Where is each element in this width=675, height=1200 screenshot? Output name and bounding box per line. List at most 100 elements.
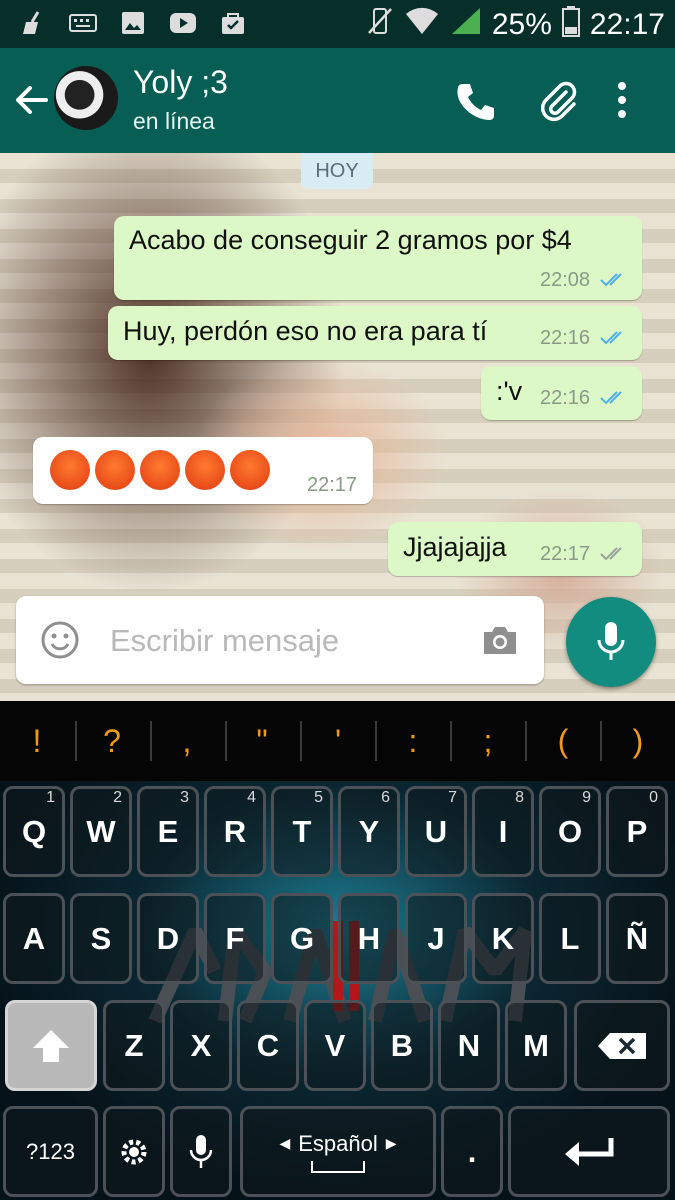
suggestion-colon[interactable]: : xyxy=(393,723,433,760)
message-bubble-incoming[interactable]: 22:17 xyxy=(33,437,373,504)
angry-emoji-row xyxy=(50,450,275,490)
symbols-key[interactable]: ?123 xyxy=(3,1106,98,1197)
angry-face-icon xyxy=(95,450,135,490)
key-d[interactable]: D xyxy=(137,893,199,984)
key-x[interactable]: X xyxy=(170,1000,232,1091)
spacebar[interactable]: ◀ Español ▶ xyxy=(240,1106,436,1197)
suggestion-comma[interactable]: , xyxy=(167,723,207,760)
system-status: 25% 22:17 xyxy=(366,5,665,45)
message-bubble[interactable]: Jjajajajja 22:17 xyxy=(388,522,642,576)
message-input[interactable] xyxy=(108,620,472,662)
suggestion-close-paren[interactable]: ) xyxy=(618,723,658,760)
key-y[interactable]: Y6 xyxy=(338,786,400,877)
settings-key[interactable] xyxy=(103,1106,165,1197)
contact-name[interactable]: Yoly ;3 xyxy=(133,64,228,101)
read-ticks-icon xyxy=(600,273,622,287)
shift-key[interactable] xyxy=(5,1000,97,1091)
key-i[interactable]: I8 xyxy=(472,786,534,877)
clock: 22:17 xyxy=(589,8,665,41)
key-e[interactable]: E3 xyxy=(137,786,199,877)
message-time: 22:17 xyxy=(307,474,358,496)
language-prev-icon: ◀ xyxy=(279,1135,291,1151)
key-g[interactable]: G xyxy=(271,893,333,984)
enter-key[interactable] xyxy=(508,1106,670,1197)
period-key[interactable]: . xyxy=(441,1106,503,1197)
divider xyxy=(600,721,602,761)
key-n[interactable]: N xyxy=(438,1000,500,1091)
message-time: 22:16 xyxy=(540,327,591,349)
vibrate-off-icon xyxy=(366,5,394,45)
emoji-icon[interactable] xyxy=(40,620,80,660)
key-v[interactable]: V xyxy=(304,1000,366,1091)
key-s[interactable]: S xyxy=(70,893,132,984)
message-bubble[interactable]: :'v 22:16 xyxy=(481,366,642,420)
attach-icon[interactable] xyxy=(536,78,580,122)
key-u[interactable]: U7 xyxy=(405,786,467,877)
key-f[interactable]: F xyxy=(204,893,266,984)
suggestion-semicolon[interactable]: ; xyxy=(468,723,508,760)
message-text: Huy, perdón eso no era para tí xyxy=(123,316,488,346)
key-w[interactable]: W2 xyxy=(70,786,132,877)
suggestion-double-quote[interactable]: " xyxy=(242,723,282,760)
message-time: 22:17 xyxy=(540,543,591,565)
suggestion-exclamation[interactable]: ! xyxy=(17,723,57,760)
signal-icon xyxy=(450,6,482,44)
key-j[interactable]: J xyxy=(405,893,467,984)
enter-arrow-icon xyxy=(565,1137,614,1166)
settings-gear-icon xyxy=(121,1139,147,1164)
key-r[interactable]: R4 xyxy=(204,786,266,877)
suggestion-question[interactable]: ? xyxy=(92,723,132,760)
key-p[interactable]: P0 xyxy=(606,786,668,877)
microphone-icon xyxy=(597,622,625,660)
divider xyxy=(75,721,77,761)
keyboard-icon xyxy=(68,8,98,38)
key-a[interactable]: A xyxy=(3,893,65,984)
suggestion-open-paren[interactable]: ( xyxy=(543,723,583,760)
divider xyxy=(450,721,452,761)
key-h[interactable]: H xyxy=(338,893,400,984)
keyboard: ! ? , " ' : ; ( ) Q1 W2 E3 R4 T5 Y6 U7 I… xyxy=(0,701,675,1200)
language-next-icon: ▶ xyxy=(385,1135,397,1151)
camera-icon[interactable] xyxy=(480,620,520,660)
phone-icon[interactable] xyxy=(452,78,496,122)
key-n-tilde[interactable]: Ñ xyxy=(606,893,668,984)
key-b[interactable]: B xyxy=(371,1000,433,1091)
suggestion-apostrophe[interactable]: ' xyxy=(318,723,358,760)
voice-message-button[interactable] xyxy=(566,597,656,687)
language-label: Español xyxy=(298,1130,378,1156)
avatar[interactable] xyxy=(54,66,118,130)
angry-face-icon xyxy=(140,450,180,490)
more-options-icon[interactable] xyxy=(612,78,632,122)
shift-arrow-icon xyxy=(33,1029,69,1062)
read-ticks-icon xyxy=(600,331,622,345)
delivered-ticks-icon xyxy=(600,547,622,561)
key-l[interactable]: L xyxy=(539,893,601,984)
key-c[interactable]: C xyxy=(237,1000,299,1091)
divider xyxy=(225,721,227,761)
notification-icons xyxy=(18,8,248,38)
message-text: Acabo de conseguir 2 gramos por $4 xyxy=(129,225,572,255)
message-composer xyxy=(16,596,544,684)
backspace-key[interactable] xyxy=(574,1000,670,1091)
key-z[interactable]: Z xyxy=(103,1000,165,1091)
key-m[interactable]: M xyxy=(505,1000,567,1091)
message-bubble[interactable]: Huy, perdón eso no era para tí 22:16 xyxy=(108,306,642,360)
back-arrow-icon[interactable] xyxy=(12,80,52,120)
message-time: 22:08 xyxy=(540,269,591,291)
broom-icon xyxy=(18,8,48,38)
battery-percent: 25% xyxy=(491,8,552,41)
key-q[interactable]: Q1 xyxy=(3,786,65,877)
divider xyxy=(525,721,527,761)
message-text: Jjajajajja xyxy=(403,532,507,562)
divider xyxy=(150,721,152,761)
suggestion-strip: ! ? , " ' : ; ( ) xyxy=(0,701,675,781)
message-text: :'v xyxy=(496,376,523,406)
key-o[interactable]: O9 xyxy=(539,786,601,877)
message-time: 22:16 xyxy=(540,387,591,409)
message-bubble[interactable]: Acabo de conseguir 2 gramos por $4 22:08 xyxy=(114,216,642,300)
voice-input-key[interactable] xyxy=(170,1106,232,1197)
key-k[interactable]: K xyxy=(472,893,534,984)
key-t[interactable]: T5 xyxy=(271,786,333,877)
status-bar: 25% 22:17 xyxy=(0,0,675,48)
chat-header: Yoly ;3 en línea xyxy=(0,48,675,153)
